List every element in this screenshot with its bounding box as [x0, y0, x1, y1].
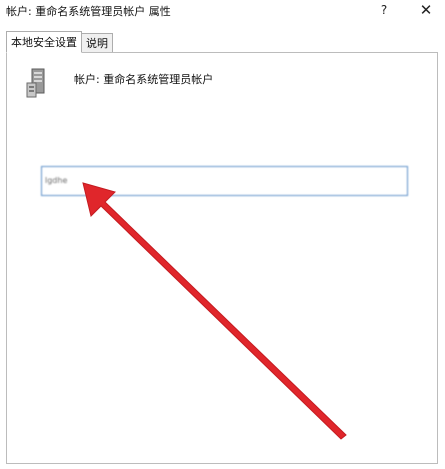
help-button[interactable]: ? — [372, 0, 396, 22]
administrator-name-input[interactable]: lgdhe — [41, 166, 408, 196]
tab-local-security-setting[interactable]: 本地安全设置 — [6, 31, 82, 53]
title-bar: 帐户: 重命名系统管理员帐户 属性 ? ✕ — [0, 0, 445, 26]
tab-explain[interactable]: 说明 — [81, 33, 113, 53]
account-policy-label: 帐户: 重命名系统管理员帐户 — [74, 73, 214, 86]
server-icon — [24, 67, 48, 99]
window-title: 帐户: 重命名系统管理员帐户 属性 — [6, 5, 171, 18]
tab-panel: 帐户: 重命名系统管理员帐户 lgdhe — [6, 52, 438, 464]
close-button[interactable]: ✕ — [414, 0, 438, 22]
tab-strip: 本地安全设置 说明 — [6, 31, 113, 53]
properties-dialog: 帐户: 重命名系统管理员帐户 属性 ? ✕ 本地安全设置 说明 帐户: 重命名系… — [0, 0, 445, 469]
